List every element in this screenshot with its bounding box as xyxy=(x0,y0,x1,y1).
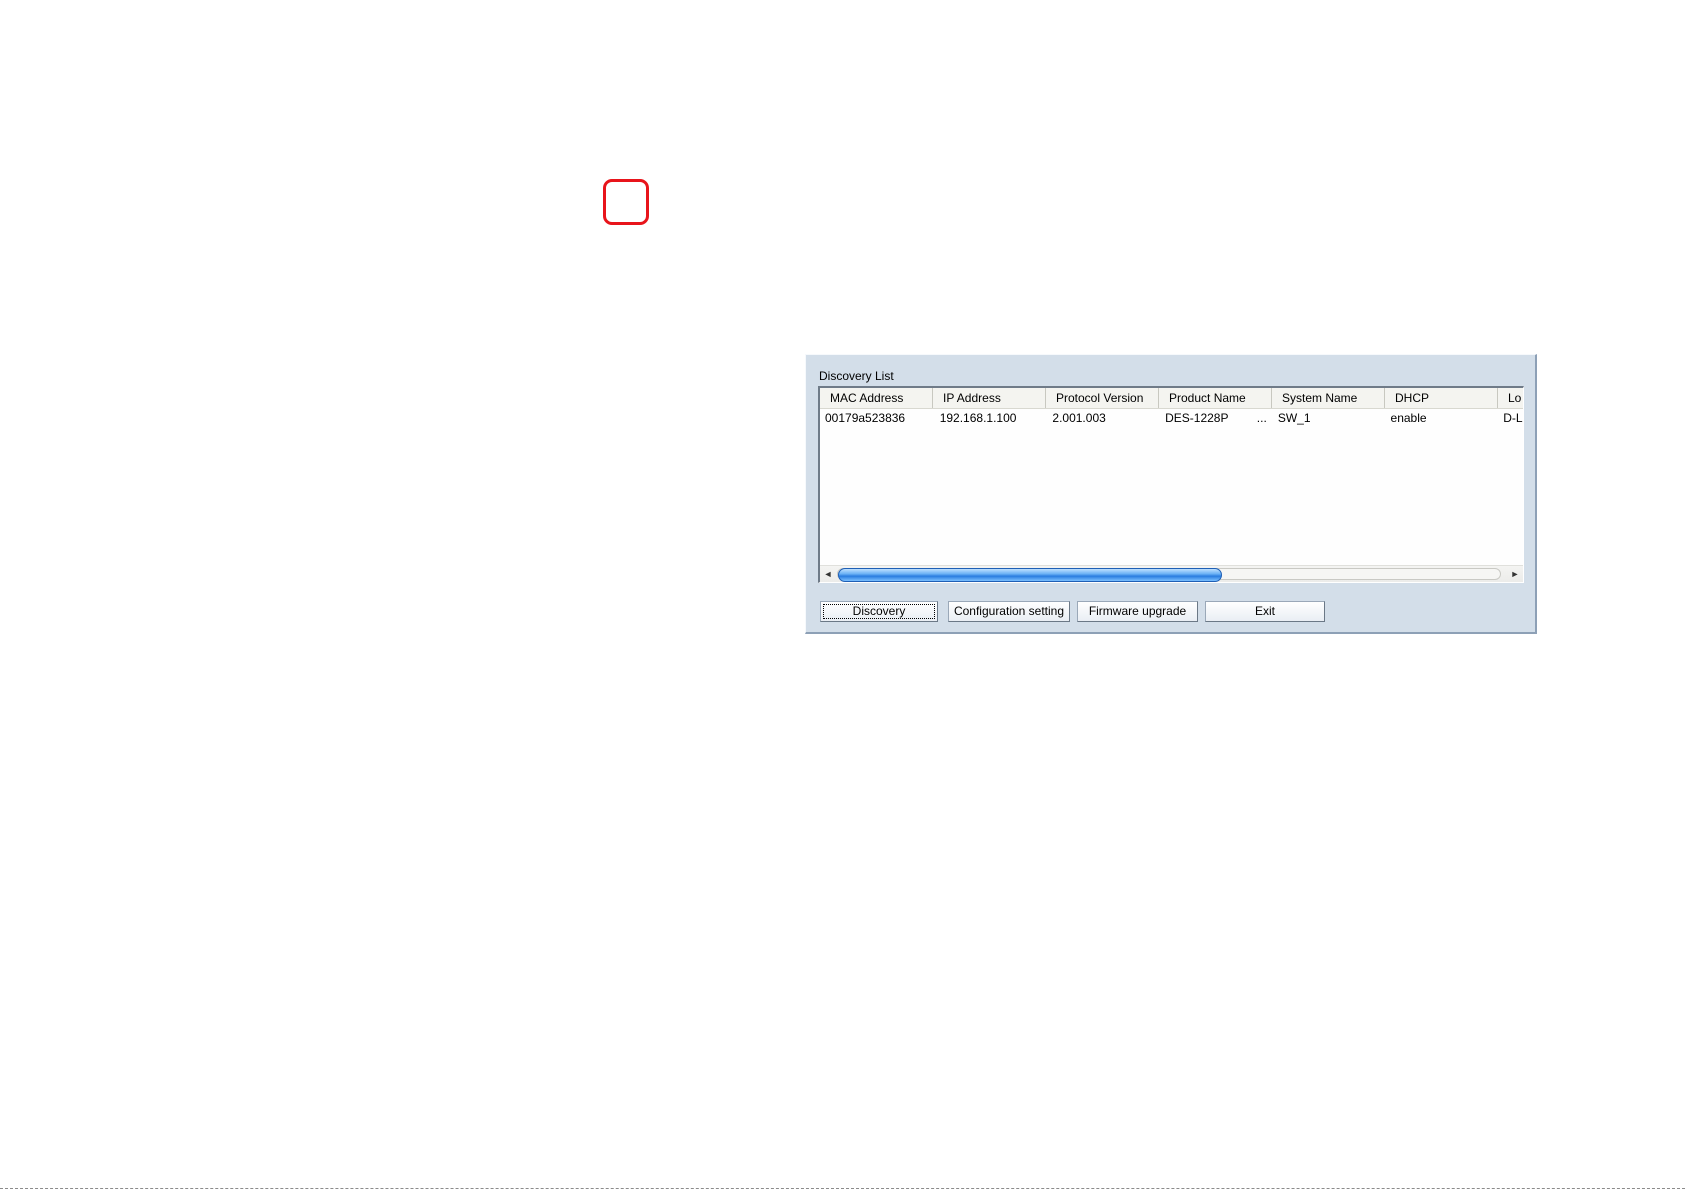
column-header-product-name[interactable]: Product Name xyxy=(1159,388,1272,408)
cell-product-name-ellipsis: ... xyxy=(1256,411,1267,425)
table-row[interactable]: 00179a523836 192.168.1.100 2.001.003 DES… xyxy=(820,409,1523,427)
scroll-thumb[interactable] xyxy=(838,568,1222,582)
column-header-mac-address[interactable]: MAC Address xyxy=(820,388,933,408)
cell-system-name: SW_1 xyxy=(1277,411,1311,425)
scroll-right-arrow-icon[interactable]: ► xyxy=(1508,568,1522,580)
cell-location: D-L xyxy=(1503,411,1523,425)
column-header-protocol-version[interactable]: Protocol Version xyxy=(1046,388,1159,408)
exit-button[interactable]: Exit xyxy=(1205,601,1325,622)
column-header-location[interactable]: Lo xyxy=(1498,388,1523,408)
cell-product-name: DES-1228P ... xyxy=(1160,409,1273,427)
firmware-upgrade-button[interactable]: Firmware upgrade xyxy=(1077,601,1198,622)
column-header-system-name[interactable]: System Name xyxy=(1272,388,1385,408)
cell-mac-address: 00179a523836 xyxy=(825,411,906,425)
horizontal-scrollbar[interactable]: ◄ ► xyxy=(820,565,1523,582)
cell-product-name-text: DES-1228P xyxy=(1165,411,1229,425)
list-header: MAC Address IP Address Protocol Version … xyxy=(820,388,1523,409)
page-bottom-divider xyxy=(0,1188,1685,1189)
scroll-track[interactable] xyxy=(837,568,1501,582)
cell-dhcp: enable xyxy=(1390,411,1427,425)
cell-ip-address: 192.168.1.100 xyxy=(939,411,1017,425)
column-header-dhcp[interactable]: DHCP xyxy=(1385,388,1498,408)
cell-protocol-version: 2.001.003 xyxy=(1052,411,1106,425)
discovery-list[interactable]: MAC Address IP Address Protocol Version … xyxy=(818,386,1524,583)
column-header-ip-address[interactable]: IP Address xyxy=(933,388,1046,408)
discovery-list-label: Discovery List xyxy=(819,369,894,383)
discovery-button[interactable]: Discovery xyxy=(820,601,938,622)
highlight-marker xyxy=(603,179,649,225)
scroll-left-arrow-icon[interactable]: ◄ xyxy=(821,568,835,580)
configuration-setting-button[interactable]: Configuration setting xyxy=(948,601,1070,622)
discovery-panel: Discovery List MAC Address IP Address Pr… xyxy=(805,354,1537,634)
